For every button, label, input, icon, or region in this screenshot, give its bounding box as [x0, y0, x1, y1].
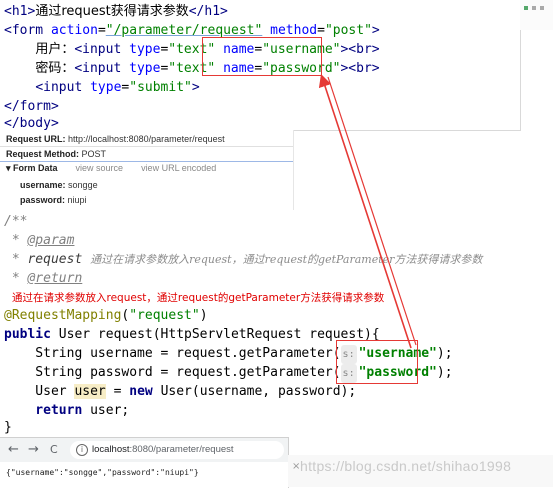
- request-url-value: http://localhost:8080/parameter/request: [68, 134, 225, 144]
- user-type: User: [4, 384, 75, 399]
- request-url-label: Request URL:: [6, 134, 66, 144]
- javadoc-param-tag-line: * @param: [4, 231, 75, 250]
- view-url-encoded-link[interactable]: view URL encoded: [141, 163, 216, 173]
- red-annotation-note: 通过在请求参数放入request，通过request的getParameter方…: [12, 292, 385, 304]
- form-data-header[interactable]: ▾ Form Data view source view URL encoded: [6, 163, 216, 174]
- browser-window: ← → C i localhost:8080/parameter/request…: [0, 437, 289, 488]
- method-signature: User request(HttpServletRequest request)…: [58, 327, 380, 342]
- request-mapping-annotation: @RequestMapping: [4, 308, 122, 323]
- password-decl: String password = request.getParameter(: [4, 365, 341, 380]
- form-field-key: username:: [20, 180, 66, 190]
- watermark-strip: × https://blog.csdn.net/shihao1998: [288, 455, 553, 487]
- input-tag-end: ><br>: [340, 42, 380, 57]
- public-keyword: public: [4, 327, 59, 342]
- javadoc-param-name: request: [27, 252, 83, 267]
- status-indicator-icon: [540, 6, 544, 10]
- java-code-panel: /** * @param * request 通过在请求参数放入request，…: [0, 210, 553, 437]
- type-value: "submit": [129, 80, 192, 95]
- type-attr: type: [90, 80, 122, 95]
- line-end: );: [436, 365, 453, 380]
- javadoc-param-tag: @param: [27, 233, 75, 248]
- divider: [0, 161, 293, 162]
- javadoc-open: /**: [4, 214, 28, 229]
- watermark-text: https://blog.csdn.net/shihao1998: [300, 458, 512, 474]
- type-attr: type: [129, 61, 161, 76]
- html-code-panel: <h1>通过request获得请求参数</h1> <form action="/…: [0, 0, 521, 131]
- info-icon[interactable]: i: [76, 444, 88, 456]
- code-line-username-input: 用户：<input type="text" name="username"><b…: [35, 42, 380, 57]
- method-value: "post": [324, 23, 372, 38]
- code-line-h1: <h1>通过request获得请求参数</h1>: [4, 2, 228, 21]
- back-button[interactable]: ←: [8, 442, 19, 458]
- new-keyword: new: [129, 384, 161, 399]
- javadoc-param-line: * request 通过在请求参数放入request，通过request的get…: [4, 250, 483, 269]
- form-tag: <form: [4, 23, 51, 38]
- input-tag-end: >: [191, 80, 200, 95]
- return-value: user;: [90, 403, 130, 418]
- user-variable: user: [74, 384, 106, 399]
- javadoc-star: *: [4, 233, 28, 248]
- input-tag-end: ><br>: [340, 61, 380, 76]
- reload-button[interactable]: C: [50, 442, 58, 458]
- editor-toolbar-strip: [520, 0, 553, 30]
- request-mapping-value: "request": [129, 308, 200, 323]
- username-decl: String username = request.getParameter(: [4, 346, 341, 361]
- string-literal-highlight-box: [336, 340, 418, 384]
- browser-toolbar: ← → C i localhost:8080/parameter/request: [0, 438, 288, 462]
- request-method-row: Request Method: POST: [6, 149, 106, 159]
- close-brace: }: [4, 420, 12, 435]
- address-bar[interactable]: i localhost:8080/parameter/request: [70, 441, 284, 459]
- return-line: return user;: [4, 401, 129, 420]
- form-field-row: password: niupi: [20, 195, 87, 205]
- request-method-value: POST: [81, 149, 107, 159]
- request-url-row: Request URL: http://localhost:8080/param…: [6, 134, 225, 144]
- action-attr: action: [50, 23, 98, 38]
- address-text[interactable]: localhost:8080/parameter/request: [92, 441, 234, 459]
- h1-close-tag: </h1>: [188, 4, 228, 19]
- status-indicator-icon: [532, 6, 536, 10]
- code-line-submit-input: <input type="submit">: [35, 80, 200, 95]
- assign-op: =: [105, 384, 130, 399]
- password-label: 密码：: [35, 61, 75, 76]
- constructor-call: User(username, password);: [160, 384, 357, 399]
- url-host: localhost: [92, 444, 130, 455]
- return-keyword: return: [4, 403, 91, 418]
- form-field-key: password:: [20, 195, 66, 205]
- form-data-toggle[interactable]: ▾ Form Data: [6, 163, 58, 173]
- javadoc-star: *: [4, 252, 28, 267]
- form-field-value: niupi: [67, 195, 87, 205]
- input-tag: <input: [35, 80, 91, 95]
- devtools-request-panel: Request URL: http://localhost:8080/param…: [0, 130, 294, 210]
- code-line-password-input: 密码：<input type="text" name="password"><b…: [35, 61, 380, 76]
- name-attr-highlight-box: [202, 37, 322, 76]
- divider: [0, 146, 293, 147]
- forward-button[interactable]: →: [28, 442, 39, 458]
- request-method-label: Request Method:: [6, 149, 79, 159]
- url-path: :8080/parameter/request: [129, 444, 234, 455]
- line-end: );: [436, 346, 453, 361]
- action-value: "/parameter/request": [105, 23, 263, 38]
- user-decl-line: User user = new User(username, password)…: [4, 382, 356, 401]
- input-tag: <input: [74, 42, 130, 57]
- type-attr: type: [129, 42, 161, 57]
- input-tag: <input: [74, 61, 130, 76]
- username-label: 用户：: [35, 42, 75, 57]
- h1-text: 通过request获得请求参数: [35, 4, 189, 19]
- request-mapping-line: @RequestMapping("request"): [4, 308, 208, 323]
- status-indicator-icon: [524, 6, 528, 10]
- javadoc-return-tag: @return: [27, 271, 83, 286]
- method-attr: method: [270, 23, 318, 38]
- json-response: {"username":"songge","password":"niupi"}: [6, 468, 199, 477]
- method-signature-line: public User request(HttpServletRequest r…: [4, 325, 380, 344]
- javadoc-return-line: * @return: [4, 269, 82, 288]
- view-source-link[interactable]: view source: [76, 163, 124, 173]
- form-field-value: songge: [68, 180, 98, 190]
- javadoc-star: *: [4, 271, 28, 286]
- javadoc-param-description: 通过在请求参数放入request，通过request的getParameter方…: [90, 253, 483, 266]
- code-line-form: <form action="/parameter/request" method…: [4, 23, 380, 38]
- form-field-row: username: songge: [20, 180, 98, 190]
- h1-open-tag: <h1>: [4, 4, 36, 19]
- form-tag-end: >: [371, 23, 380, 38]
